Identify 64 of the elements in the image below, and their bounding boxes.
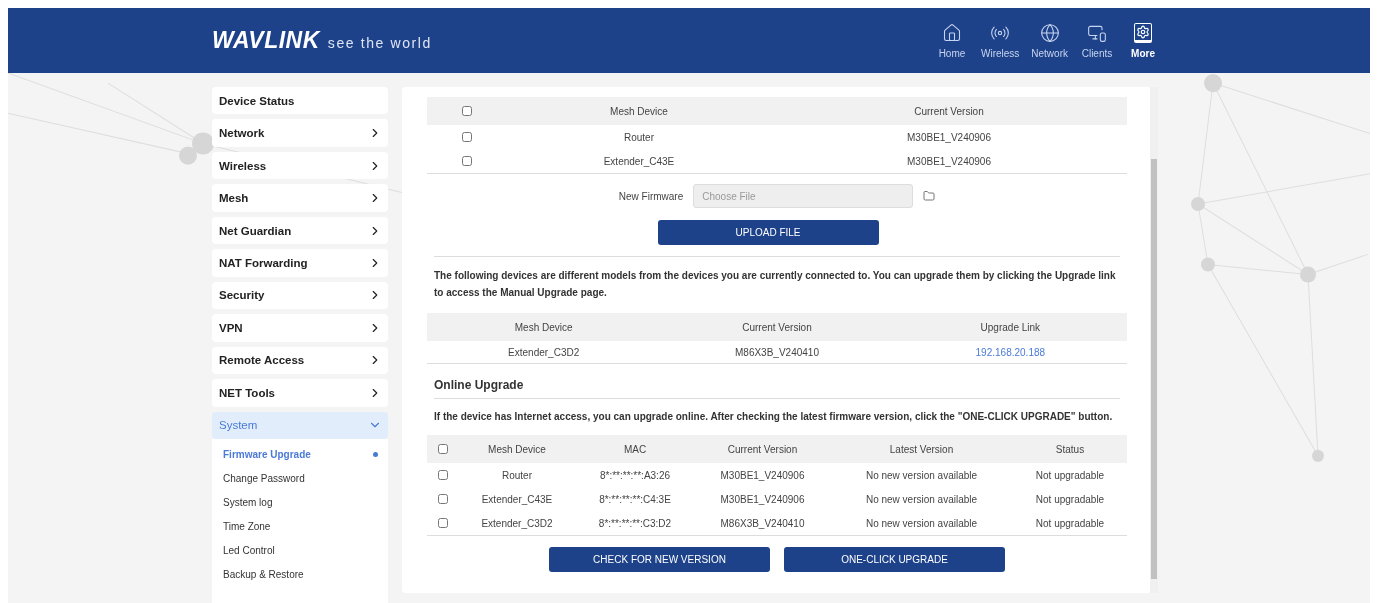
column-header: Mesh Device [487, 443, 547, 455]
table-cell-text: M30BE1_V240906 [906, 155, 992, 167]
sidebar-item[interactable]: VPN [212, 314, 388, 342]
table-cell-text: No new version available [864, 469, 979, 481]
table-cell-text: Router [501, 469, 533, 481]
sidebar-item[interactable]: Mesh [212, 184, 388, 212]
nav-tab[interactable]: Network [1031, 22, 1068, 59]
submenu-item[interactable]: Backup & Restore [212, 563, 388, 587]
table-cell-text: Extender_C3D2 [507, 346, 581, 358]
table-cell-text: M30BE1_V240906 [906, 131, 992, 143]
column-header: Current Version [741, 321, 813, 333]
submenu-item[interactable]: System log [212, 491, 388, 515]
table-cell-text: M86X3B_V240410 [734, 346, 820, 358]
submenu-item[interactable]: Change Password [212, 467, 388, 491]
sidebar-item[interactable]: System [212, 411, 388, 439]
action-button[interactable]: CHECK FOR NEW VERSION [549, 547, 770, 572]
sidebar-item[interactable]: Security [212, 281, 388, 310]
action-button[interactable]: ONE-CLICK UPGRADE [784, 547, 1005, 572]
column-header: Current Version [913, 105, 985, 117]
table-cell-text: Not upgradable [1034, 517, 1106, 529]
column-header: Current Version [726, 443, 799, 455]
nav-tab[interactable]: Clients [1080, 22, 1114, 59]
sidebar-item[interactable]: NET Tools [212, 379, 388, 407]
column-header: Mesh Device [609, 105, 669, 117]
table-cell-text: 8*:**:**:**:C4:3E [598, 493, 672, 505]
file-input-field[interactable]: Choose File [693, 184, 914, 208]
table-cell-text: No new version available [864, 517, 979, 529]
table-cell-text: M30BE1_V240906 [719, 493, 806, 505]
sidebar-item[interactable]: Wireless [212, 151, 388, 180]
notice-text: The following devices are different models from the devices you are currently connected to. You can upgrade them by clicking the Upgrade link to access the Manual Upgrade page. [434, 269, 1117, 300]
nav-tab[interactable]: Wireless [980, 22, 1020, 59]
sidebar-item[interactable]: NAT Forwarding [212, 249, 388, 277]
description-text: If the device has Internet access, you can upgrade online. After checking the latest firmware version, click the "ONE-CLICK UPGRADE" button. [434, 410, 1114, 424]
table-cell-text: Not upgradable [1034, 469, 1106, 481]
table-cell-text: No new version available [864, 493, 979, 505]
nav-tab[interactable]: Home [934, 22, 969, 59]
column-header: Status [1054, 443, 1086, 455]
submenu-item[interactable]: Time Zone [212, 515, 388, 539]
table-cell-text: M86X3B_V240410 [719, 517, 806, 529]
table-cell-text: Not upgradable [1034, 493, 1106, 505]
sidebar-item[interactable]: Network [212, 119, 388, 147]
submenu-item[interactable]: Firmware Upgrade [212, 443, 388, 467]
upload-button[interactable]: UPLOAD FILE [657, 220, 879, 245]
table-cell-text: Extender_C43E [602, 155, 676, 167]
table-cell-text: Extender_C43E [480, 493, 554, 505]
sidebar-item[interactable]: Device Status [212, 87, 388, 115]
column-header: Upgrade Link [979, 321, 1042, 333]
table-cell-text: Extender_C3D2 [480, 517, 554, 529]
field-label: New Firmware [618, 190, 684, 202]
upgrade-link[interactable]: 192.168.20.188 [975, 346, 1046, 358]
brand-logo: WAVLINK [212, 27, 320, 54]
sidebar-item[interactable]: Net Guardian [212, 216, 388, 245]
column-header: MAC [622, 443, 648, 455]
submenu-item[interactable]: Led Control [212, 539, 388, 563]
column-header: Latest Version [888, 443, 955, 455]
table-cell-text: 8*:**:**:**:A3:26 [598, 469, 672, 481]
tagline: see the world [327, 35, 432, 51]
table-cell-text: 8*:**:**:**:C3:D2 [597, 517, 673, 529]
table-cell-text: Router [623, 131, 655, 143]
table-cell-text: M30BE1_V240906 [719, 469, 806, 481]
sidebar-item[interactable]: Remote Access [212, 346, 388, 375]
nav-tab[interactable]: More [1126, 22, 1160, 59]
section-title: Online Upgrade [434, 378, 1120, 399]
column-header: Mesh Device [513, 321, 574, 333]
